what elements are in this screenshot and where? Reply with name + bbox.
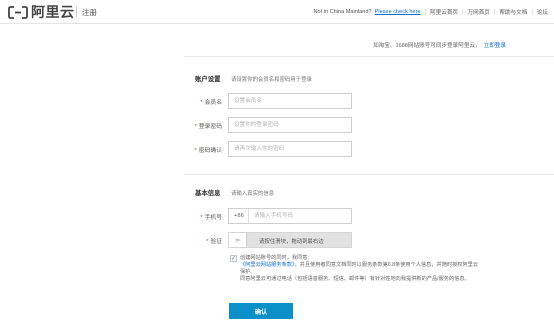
section-desc-account: 请设置你的会员名和密码用于登录 xyxy=(231,77,312,83)
nav-divider: | xyxy=(424,9,427,15)
login-tip-text: 如淘宝、1688网站账号可同步登录阿里云， xyxy=(373,43,481,49)
member-name-field xyxy=(228,93,352,109)
phone-label: * 手机号 xyxy=(182,212,222,221)
verify-label-text: 验证 xyxy=(210,239,222,245)
page-tag: 注册 xyxy=(82,8,97,17)
password-input[interactable] xyxy=(229,118,351,132)
agreement-line-3: 同意阿里云可通过电话（包括语音服务、短信、邮件等）有针对性地向我提供新的产品/服… xyxy=(240,276,470,282)
nav-divider: | xyxy=(531,9,533,15)
nav-divider: | xyxy=(462,9,464,15)
login-tip: 如淘宝、1688网站账号可同步登录阿里云， 立即登录 xyxy=(373,41,506,49)
required-mark: * xyxy=(200,100,203,106)
required-mark: * xyxy=(194,148,197,154)
top-bar: 阿里云 注册 Not in China Mainland? Please che… xyxy=(0,0,554,24)
section-title-account: 账户设置 xyxy=(195,76,221,83)
region-prompt: Not in China Mainland? xyxy=(313,9,372,15)
divider xyxy=(184,56,554,57)
slider-captcha: ≫ 请按住滑块，拖动到最右边 xyxy=(228,232,352,248)
agree-checkbox[interactable]: ✓ xyxy=(230,255,237,262)
password-field xyxy=(228,117,352,133)
aliyun-logo-icon xyxy=(8,5,28,19)
country-code-selector[interactable]: +86 xyxy=(229,209,249,223)
nav-item-aliyun-home[interactable]: 阿里云首页 xyxy=(430,8,458,16)
top-nav: Not in China Mainland? Please check here… xyxy=(313,8,548,16)
member-name-label: * 会员名 xyxy=(182,97,222,106)
confirm-button[interactable]: 确认 xyxy=(229,303,293,319)
required-mark: * xyxy=(200,215,203,221)
nav-item-wanwang-home[interactable]: 万网首页 xyxy=(468,8,490,16)
slider-handle[interactable]: ≫ xyxy=(229,233,247,247)
aliyun-logo[interactable]: 阿里云 xyxy=(8,4,75,20)
phone-input[interactable] xyxy=(248,209,351,223)
section-desc-basic: 请输入真实的信息 xyxy=(231,191,275,197)
logo-text: 阿里云 xyxy=(31,4,75,20)
slider-instruction: 请按住滑块，拖动到最右边 xyxy=(259,239,324,245)
logo-divider xyxy=(76,6,77,18)
agreement-line-1: 创建网站账号的同时，我同意： xyxy=(240,255,313,261)
agreement-text: 创建网站账号的同时，我同意： 《阿里云网站服务条款》，并且使用者同意文档同时以服… xyxy=(240,255,480,283)
confirm-password-input[interactable] xyxy=(229,142,351,156)
required-mark: * xyxy=(206,239,209,245)
password-label-text: 登录密码 xyxy=(198,124,222,130)
password-label: * 登录密码 xyxy=(182,121,222,130)
divider xyxy=(184,174,554,175)
nav-item-forum[interactable]: 论坛 xyxy=(537,8,548,16)
terms-link[interactable]: 《阿里云网站服务条款》 xyxy=(240,262,294,268)
section-title-basic: 基本信息 xyxy=(195,190,221,197)
phone-field: +86 xyxy=(228,208,352,224)
nav-item-help-docs[interactable]: 帮助与文档 xyxy=(499,8,527,16)
verify-label: * 验证 xyxy=(182,236,222,245)
confirm-password-field xyxy=(228,141,352,157)
member-name-label-text: 会员名 xyxy=(204,100,222,106)
login-now-link[interactable]: 立即登录 xyxy=(484,43,506,49)
member-name-input[interactable] xyxy=(229,94,351,108)
confirm-password-label: * 密码确认 xyxy=(182,145,222,154)
region-link[interactable]: Please check here xyxy=(375,9,421,15)
confirm-password-label-text: 密码确认 xyxy=(198,148,222,154)
phone-label-text: 手机号 xyxy=(204,215,222,221)
nav-divider: | xyxy=(493,9,496,15)
required-mark: * xyxy=(194,124,197,130)
